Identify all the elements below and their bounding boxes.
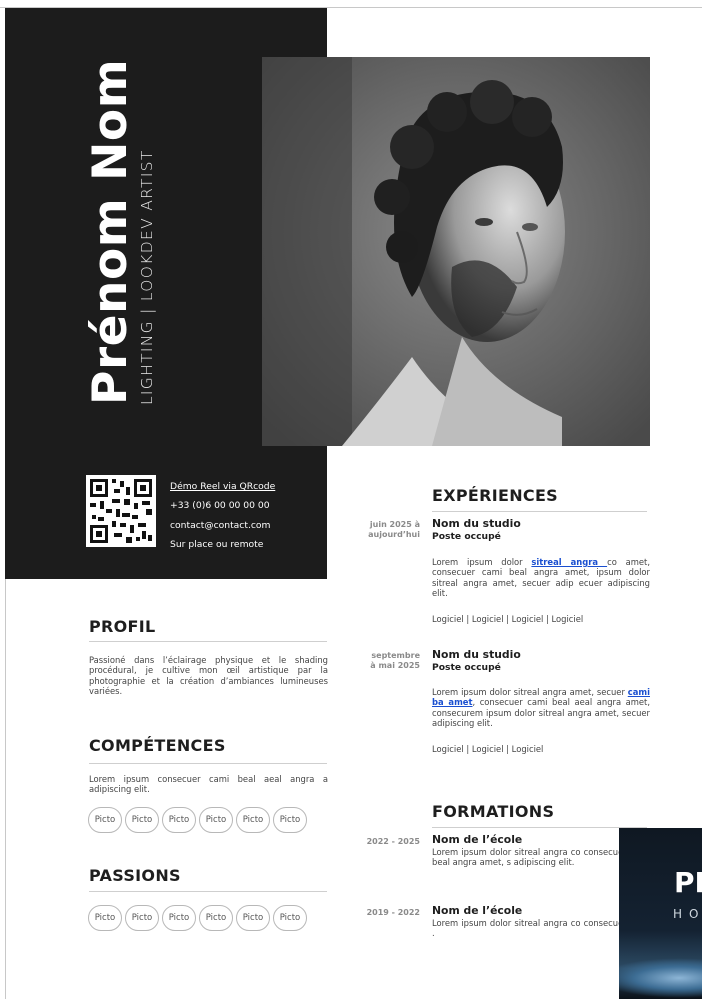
formation-date: 2022 - 2025	[366, 837, 420, 846]
profil-text: Passioné dans l’éclairage physique et le…	[89, 655, 328, 697]
passions-pictos: Picto Picto Picto Picto Picto Picto	[88, 905, 310, 931]
experiences-title: EXPÉRIENCES	[432, 486, 559, 505]
experience-studio: Nom du studio	[432, 517, 521, 530]
experience-poste: Poste occupé	[432, 531, 501, 542]
picto-badge: Picto	[199, 905, 233, 931]
thumbnail-horizon-glow	[619, 958, 702, 998]
picto-badge: Picto	[162, 807, 196, 833]
date-line: à mai 2025	[370, 661, 420, 670]
picto-badge: Picto	[273, 905, 307, 931]
picto-badge: Picto	[236, 807, 270, 833]
formation-description: Lorem ipsum dolor sitreal angra co conse…	[432, 918, 650, 939]
email-address[interactable]: contact@contact.com	[170, 516, 275, 535]
date-line: aujourd’hui	[368, 530, 420, 539]
experience-description: Lorem ipsum dolor sitreal angra amet, se…	[432, 687, 650, 729]
thumbnail-title: PI	[674, 866, 702, 899]
experience-software: Logiciel | Logiciel | Logiciel | Logicie…	[432, 614, 584, 624]
formation-description: Lorem ipsum dolor sitreal angra co conse…	[432, 847, 650, 868]
overlay-thumbnail[interactable]: PI HO	[619, 828, 702, 999]
formation-date: 2019 - 2022	[366, 908, 420, 917]
date-line: septembre	[371, 651, 420, 660]
competences-pictos: Picto Picto Picto Picto Picto Picto	[88, 807, 310, 833]
picto-badge: Picto	[125, 905, 159, 931]
experience-date: septembre à mai 2025	[350, 651, 420, 671]
experiences-divider	[432, 511, 647, 512]
portrait-photo	[262, 57, 650, 446]
picto-badge: Picto	[162, 905, 196, 931]
experience-date: juin 2025 à aujourd’hui	[350, 520, 420, 540]
qr-code[interactable]	[86, 475, 156, 547]
profil-title: PROFIL	[89, 617, 156, 636]
description-link[interactable]: sitreal angra	[531, 557, 607, 567]
description-text: Lorem ipsum dolor sitreal angra amet, se…	[432, 687, 628, 697]
competences-title: COMPÉTENCES	[89, 736, 226, 755]
candidate-name: Prénom Nom	[83, 58, 138, 405]
location-info: Sur place ou remote	[170, 538, 264, 550]
description-text: Lorem ipsum dolor	[432, 557, 532, 567]
formation-school: Nom de l’école	[432, 904, 523, 917]
thumbnail-subtitle: HO	[673, 907, 702, 921]
demo-reel-link[interactable]: Démo Reel via QRcode	[170, 477, 275, 496]
date-line: juin 2025 à	[369, 520, 420, 529]
qr-code-icon	[86, 475, 156, 547]
experience-studio: Nom du studio	[432, 648, 521, 661]
contact-block: Démo Reel via QRcode +33 (0)6 00 00 00 0…	[170, 477, 275, 554]
experience-description: Lorem ipsum dolor sitreal angra co amet,…	[432, 557, 650, 599]
formations-title: FORMATIONS	[432, 802, 555, 821]
competences-divider	[89, 763, 327, 764]
passions-divider	[89, 891, 327, 892]
portrait-illustration	[262, 57, 650, 446]
picto-badge: Picto	[88, 905, 122, 931]
picto-badge: Picto	[88, 807, 122, 833]
formations-divider	[432, 827, 647, 828]
picto-badge: Picto	[125, 807, 159, 833]
formation-school: Nom de l’école	[432, 833, 523, 846]
competences-text: Lorem ipsum consecuer cami beal aeal ang…	[89, 774, 328, 795]
experience-poste: Poste occupé	[432, 662, 501, 673]
profil-divider	[89, 641, 327, 642]
picto-badge: Picto	[236, 905, 270, 931]
picto-badge: Picto	[199, 807, 233, 833]
picto-badge: Picto	[273, 807, 307, 833]
passions-title: PASSIONS	[89, 866, 181, 885]
job-title: LIGHTING | LOOKDEV ARTIST	[138, 149, 156, 405]
phone-number: +33 (0)6 00 00 00 00	[170, 500, 270, 512]
experience-software: Logiciel | Logiciel | Logiciel	[432, 744, 544, 754]
